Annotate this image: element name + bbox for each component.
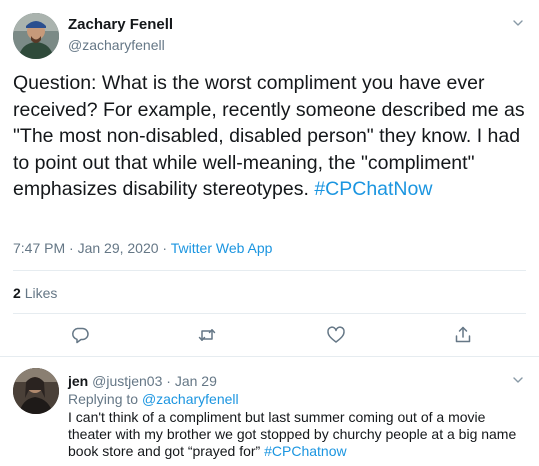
tweet-meta: 7:47 PM · Jan 29, 2020 · Twitter Web App	[13, 240, 272, 256]
reply-author-name[interactable]: jen	[68, 373, 88, 389]
likes-number: 2	[13, 285, 21, 301]
main-tweet: Zachary Fenell @zacharyfenell Question: …	[0, 0, 539, 357]
retweet-icon[interactable]	[196, 324, 218, 346]
meta-separator: ·	[158, 240, 171, 256]
tweet-body: Question: What is the worst compliment y…	[13, 72, 525, 200]
replying-prefix: Replying to	[68, 391, 142, 407]
likes-count[interactable]: 2 Likes	[13, 285, 57, 301]
reply-text: I can't think of a compliment but last s…	[68, 409, 523, 460]
chevron-down-icon[interactable]	[511, 16, 525, 30]
heart-icon[interactable]	[325, 324, 347, 346]
reply-author-handle[interactable]: @justjen03	[92, 373, 162, 389]
reply-date[interactable]: Jan 29	[175, 373, 217, 389]
tweet-source[interactable]: Twitter Web App	[171, 240, 273, 256]
reply-author-avatar[interactable]	[13, 368, 59, 414]
tweet-timestamp[interactable]: 7:47 PM · Jan 29, 2020	[13, 240, 159, 256]
tweet-text: Question: What is the worst compliment y…	[13, 70, 533, 203]
reply-hashtag-link[interactable]: #CPChatnow	[264, 443, 347, 459]
author-display-name[interactable]: Zachary Fenell	[68, 16, 173, 33]
likes-label: Likes	[24, 285, 58, 301]
divider	[13, 270, 526, 271]
author-handle[interactable]: @zacharyfenell	[68, 37, 165, 53]
mention-link[interactable]: @zacharyfenell	[142, 391, 239, 407]
chevron-down-icon[interactable]	[511, 373, 525, 387]
reply-separator: ·	[162, 373, 175, 389]
reply-tweet[interactable]: jen @justjen03 · Jan 29 Replying to @zac…	[0, 358, 539, 466]
comment-icon[interactable]	[69, 324, 91, 346]
divider	[13, 313, 526, 314]
author-avatar[interactable]	[13, 13, 59, 59]
replying-to: Replying to @zacharyfenell	[68, 391, 239, 407]
hashtag-link[interactable]: #CPChatNow	[314, 178, 432, 200]
share-icon[interactable]	[452, 324, 474, 346]
reply-header: jen @justjen03 · Jan 29	[68, 373, 217, 389]
